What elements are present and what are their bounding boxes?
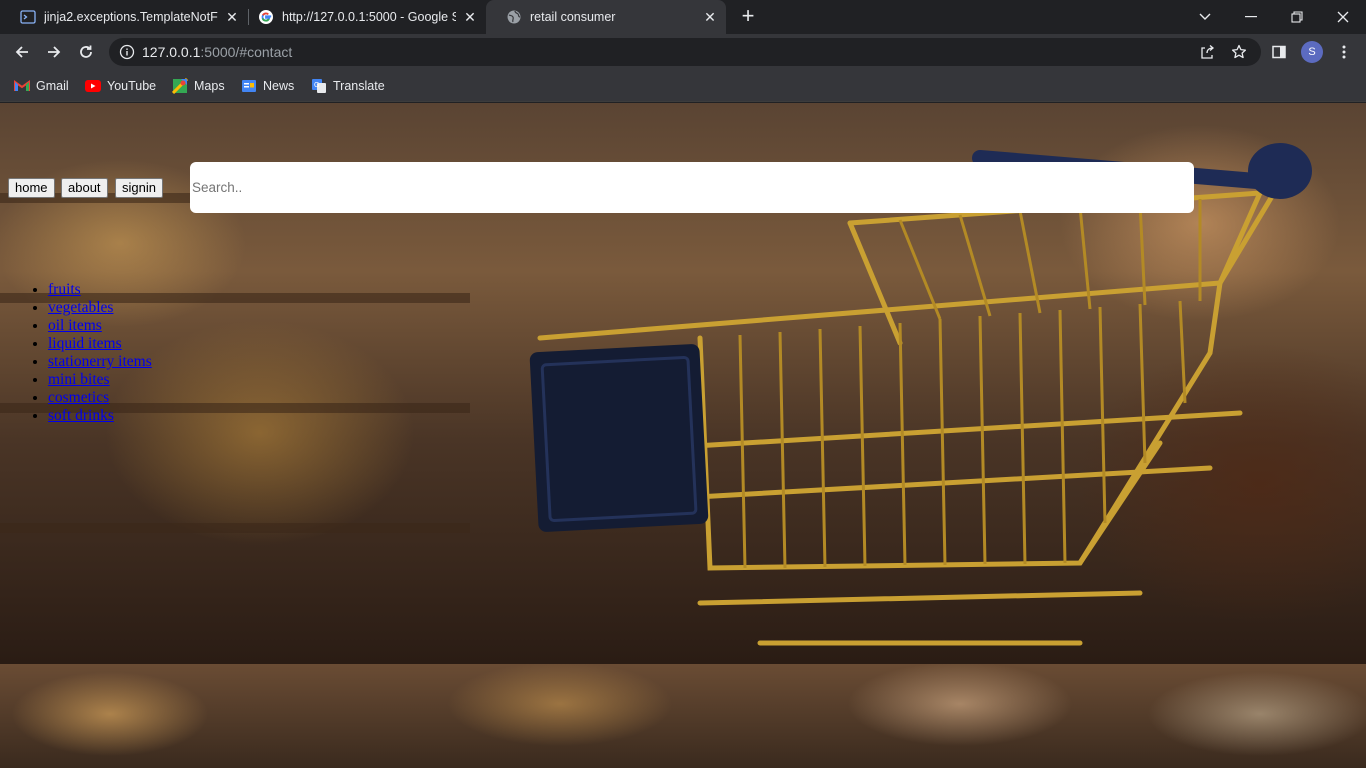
tab-title: retail consumer: [530, 10, 616, 24]
bookmark-gmail[interactable]: Gmail: [14, 76, 69, 96]
url-path: :5000/#contact: [200, 44, 293, 60]
restore-icon[interactable]: [1274, 0, 1320, 34]
list-item: oil items: [48, 317, 152, 335]
bookmark-label: News: [263, 79, 295, 93]
list-item: vegetables: [48, 299, 152, 317]
tab-strip: jinja2.exceptions.TemplateNotFo ✕ http:/…: [0, 0, 1366, 34]
tab-google-search[interactable]: http://127.0.0.1:5000 - Google Se ✕: [238, 0, 486, 34]
tab-search-chevron-icon[interactable]: [1182, 0, 1228, 34]
list-item: mini bites: [48, 371, 152, 389]
close-tab-icon[interactable]: ✕: [702, 9, 718, 25]
browser-toolbar: 127.0.0.1:5000/#contact S: [0, 34, 1366, 70]
list-item: cosmetics: [48, 389, 152, 407]
address-bar[interactable]: 127.0.0.1:5000/#contact: [109, 38, 1261, 66]
close-window-icon[interactable]: [1320, 0, 1366, 34]
bookmarks-bar: Gmail YouTube Maps News G Translate: [0, 70, 1366, 102]
forward-arrow-icon[interactable]: [40, 38, 68, 66]
tab-title: jinja2.exceptions.TemplateNotFo: [44, 10, 218, 24]
bookmark-news[interactable]: News: [241, 76, 294, 96]
category-list: fruits vegetables oil items liquid items…: [16, 281, 152, 425]
profile-avatar[interactable]: S: [1298, 38, 1326, 66]
bookmark-star-icon[interactable]: [1231, 44, 1247, 60]
terminal-icon: [20, 9, 36, 25]
reload-icon[interactable]: [72, 38, 100, 66]
bookmark-label: Gmail: [36, 79, 69, 93]
bookmark-label: Translate: [333, 79, 385, 93]
page-viewport: home about signin fruits vegetables oil …: [0, 103, 1366, 768]
category-link-cosmetics[interactable]: cosmetics: [48, 389, 109, 406]
category-link-stationery-items[interactable]: stationerry items: [48, 353, 152, 370]
translate-icon: G: [311, 78, 327, 94]
list-item: fruits: [48, 281, 152, 299]
signin-button[interactable]: signin: [115, 178, 163, 198]
bookmark-label: Maps: [194, 79, 225, 93]
bookmark-translate[interactable]: G Translate: [311, 76, 385, 96]
svg-text:G: G: [314, 82, 319, 89]
category-link-fruits[interactable]: fruits: [48, 281, 81, 298]
list-item: soft drinks: [48, 407, 152, 425]
category-link-oil-items[interactable]: oil items: [48, 317, 102, 334]
close-tab-icon[interactable]: ✕: [462, 9, 478, 25]
site-info-icon[interactable]: [119, 44, 135, 60]
shelf-stripe: [0, 523, 470, 533]
profile-initial: S: [1301, 41, 1323, 63]
url-host: 127.0.0.1: [142, 44, 201, 60]
globe-icon: [506, 9, 522, 25]
home-button[interactable]: home: [8, 178, 55, 198]
url-text: 127.0.0.1:5000/#contact: [142, 44, 292, 60]
tab-jinja-error[interactable]: jinja2.exceptions.TemplateNotFo ✕: [0, 0, 248, 34]
list-item: stationerry items: [48, 353, 152, 371]
list-item: liquid items: [48, 335, 152, 353]
kebab-menu-icon[interactable]: [1330, 38, 1358, 66]
news-icon: [241, 78, 257, 94]
search-input[interactable]: [190, 162, 1194, 213]
bookmark-label: YouTube: [107, 79, 157, 93]
category-link-soft-drinks[interactable]: soft drinks: [48, 407, 114, 424]
tab-retail-consumer[interactable]: retail consumer ✕: [486, 0, 726, 34]
new-tab-icon[interactable]: +: [736, 5, 760, 29]
tab-title: http://127.0.0.1:5000 - Google Se: [282, 10, 456, 24]
about-button[interactable]: about: [61, 178, 108, 198]
back-arrow-icon[interactable]: [8, 38, 36, 66]
gmail-icon: [14, 78, 30, 94]
supermarket-background-repeat: [0, 664, 1366, 768]
side-panel-icon[interactable]: [1265, 38, 1293, 66]
category-link-mini-bites[interactable]: mini bites: [48, 371, 110, 388]
category-link-liquid-items[interactable]: liquid items: [48, 335, 122, 352]
bookmark-maps[interactable]: Maps: [172, 76, 225, 96]
youtube-icon: [85, 78, 101, 94]
google-icon: [258, 9, 274, 25]
minimize-icon[interactable]: [1228, 0, 1274, 34]
category-link-vegetables[interactable]: vegetables: [48, 299, 113, 316]
bookmark-youtube[interactable]: YouTube: [85, 76, 156, 96]
maps-icon: [172, 78, 188, 94]
share-icon[interactable]: [1199, 44, 1215, 60]
